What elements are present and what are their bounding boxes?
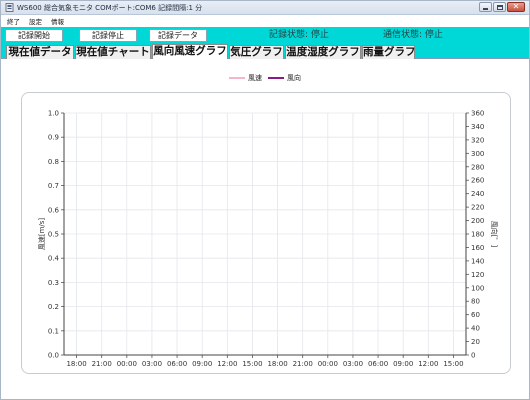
- y2-tick-label: 220: [471, 204, 484, 212]
- y2-tick-label: 120: [471, 271, 484, 279]
- chart-legend: 風速 風向: [229, 73, 301, 83]
- y-tick-label: 0.1: [48, 327, 59, 335]
- comm-status: 通信状態: 停止: [383, 30, 443, 40]
- chart-frame: 0.0 0.1 0.2 0.3 0.4 0.5 0.6 0.7 0.8 0.9 1.0 0 20 40 60…: [21, 92, 511, 374]
- window-title: WS600 総合気象モニタ COMポート:COM6 記録間隔:1 分: [17, 4, 203, 12]
- window-controls: ✕: [479, 2, 525, 12]
- tab-pressure-graph[interactable]: 気圧グラフ: [229, 45, 284, 59]
- wind-chart[interactable]: 0.0 0.1 0.2 0.3 0.4 0.5 0.6 0.7 0.8 0.9 1.0 0 20 40 60…: [22, 93, 512, 375]
- y2-tick-label: 180: [471, 231, 484, 239]
- minimize-icon: [483, 8, 488, 10]
- y2-tick-label: 240: [471, 190, 484, 198]
- y2-axis-title: 風向[゜]: [490, 221, 499, 248]
- y2-tick-label: 100: [471, 284, 484, 292]
- y-tick-label: 1.0: [48, 110, 59, 118]
- close-icon: ✕: [512, 2, 520, 11]
- tab-temp-humidity-graph[interactable]: 温度湿度グラフ: [285, 45, 361, 59]
- y2-tick-label: 280: [471, 163, 484, 171]
- y-tick-label: 0.7: [48, 182, 59, 190]
- tab-rain-graph[interactable]: 雨量グラフ: [362, 45, 416, 59]
- tab-content: 風速 風向 0.0 0.1 0.2 0.3 0.4 0.5 0.6 0.7 0.8 0.9 1.0 0…: [2, 59, 529, 399]
- y2-tick-label: 0: [471, 352, 475, 360]
- y-tick-label: 0.6: [48, 206, 60, 214]
- x-tick-label: 18:00: [267, 360, 287, 368]
- toolbar: 記録開始 記録停止 記録データ 記録状態: 停止 通信状態: 停止: [1, 27, 529, 44]
- legend-swatch-wind-direction: [268, 77, 284, 79]
- y-axis-title: 風速[m/s]: [38, 218, 46, 251]
- x-tick-label: 03:00: [343, 360, 363, 368]
- x-tick-label: 21:00: [92, 360, 112, 368]
- record-data-button[interactable]: 記録データ: [149, 29, 207, 42]
- maximize-icon: [497, 5, 503, 10]
- y-tick-label: 0.8: [48, 158, 59, 166]
- x-tick-label: 03:00: [142, 360, 162, 368]
- y2-tick-label: 340: [471, 123, 484, 131]
- x-tick-label: 18:00: [66, 360, 86, 368]
- x-tick-label: 00:00: [117, 360, 137, 368]
- legend-item-wind-speed[interactable]: 風速: [229, 73, 262, 83]
- title-bar[interactable]: WS600 総合気象モニタ COMポート:COM6 記録間隔:1 分 ✕: [1, 1, 529, 15]
- close-button[interactable]: ✕: [507, 2, 525, 12]
- x-tick-label: 15:00: [242, 360, 262, 368]
- y2-tick-label: 200: [471, 217, 484, 225]
- legend-label-wind-direction: 風向: [287, 74, 301, 82]
- maximize-button[interactable]: [493, 2, 506, 12]
- y2-tick-label: 40: [471, 325, 480, 333]
- y-tick-label: 0.0: [48, 352, 59, 360]
- y-tick-label: 0.9: [48, 134, 59, 142]
- y2-tick-label: 80: [471, 298, 480, 306]
- y2-tick-label: 160: [471, 244, 484, 252]
- x-tick-label: 21:00: [293, 360, 313, 368]
- tab-current-data[interactable]: 現在値データ: [6, 45, 74, 59]
- y-tick-label: 0.5: [48, 231, 59, 239]
- legend-swatch-wind-speed: [229, 77, 245, 79]
- app-icon: [5, 3, 14, 12]
- y-tick-label: 0.3: [48, 279, 59, 287]
- y2-tick-label: 20: [471, 338, 480, 346]
- y2-tick-label: 360: [471, 110, 484, 118]
- y-tick-label: 0.2: [48, 303, 59, 311]
- y-tick-label: 0.4: [48, 255, 60, 263]
- x-tick-label: 12:00: [217, 360, 237, 368]
- record-status: 記録状態: 停止: [269, 30, 329, 40]
- x-tick-label: 06:00: [368, 360, 388, 368]
- record-stop-button[interactable]: 記録停止: [79, 29, 137, 42]
- minimize-button[interactable]: [479, 2, 492, 12]
- menu-item-info[interactable]: 情報: [51, 16, 64, 26]
- x-tick-label: 09:00: [393, 360, 413, 368]
- tab-current-chart[interactable]: 現在値チャート: [75, 45, 151, 59]
- x-tick-label: 15:00: [443, 360, 463, 368]
- y2-tick-label: 140: [471, 257, 484, 265]
- y2-tick-label: 60: [471, 311, 480, 319]
- app-window: WS600 総合気象モニタ COMポート:COM6 記録間隔:1 分 ✕ 終了 …: [0, 0, 530, 400]
- menu-bar: 終了 設定 情報: [1, 15, 529, 27]
- tab-bar: 現在値データ 現在値チャート 風向風速グラフ 気圧グラフ 温度湿度グラフ 雨量グ…: [1, 44, 529, 60]
- menu-item-exit[interactable]: 終了: [7, 16, 20, 26]
- x-tick-label: 09:00: [192, 360, 212, 368]
- record-start-button[interactable]: 記録開始: [5, 29, 63, 42]
- y2-tick-label: 300: [471, 150, 484, 158]
- x-tick-label: 00:00: [318, 360, 338, 368]
- menu-item-settings[interactable]: 設定: [29, 16, 42, 26]
- x-tick-label: 12:00: [418, 360, 438, 368]
- legend-label-wind-speed: 風速: [248, 74, 262, 82]
- legend-item-wind-direction[interactable]: 風向: [268, 73, 301, 83]
- y2-tick-label: 320: [471, 136, 484, 144]
- x-tick-label: 06:00: [167, 360, 187, 368]
- y2-tick-label: 260: [471, 177, 484, 185]
- tab-wind-graph[interactable]: 風向風速グラフ: [152, 44, 228, 60]
